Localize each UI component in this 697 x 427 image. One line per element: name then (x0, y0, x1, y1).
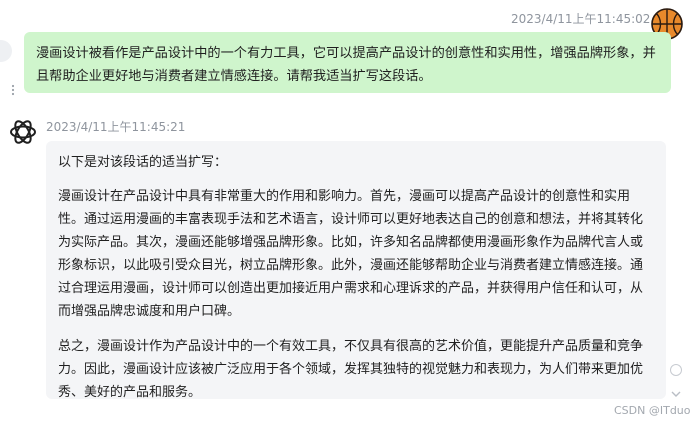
assistant-paragraph-1: 漫画设计在产品设计中具有非常重大的作用和影响力。首先，漫画可以提高产品设计的创意… (58, 189, 644, 319)
assistant-intro-text: 以下是对该段话的适当扩写： (58, 155, 228, 170)
collapse-sidebar-button[interactable] (0, 40, 12, 62)
assistant-message-bubble: 以下是对该段话的适当扩写： 漫画设计在产品设计中具有非常重大的作用和影响力。首先… (46, 141, 666, 400)
assistant-paragraph-2: 总之，漫画设计作为产品设计中的一个有效工具，不仅具有很高的艺术价值，更能提升产品… (58, 339, 644, 400)
assistant-message-timestamp: 2023/4/11上午11:45:21 (46, 120, 186, 134)
more-options-icon[interactable] (7, 81, 19, 96)
user-message-bubble: 漫画设计被看作是产品设计中的一个有力工具，它可以提高产品设计的创意性和实用性，增… (24, 32, 671, 93)
openai-logo-icon (8, 117, 38, 147)
user-message-timestamp: 2023/4/11上午11:45:02 (511, 12, 651, 26)
chevron-down-icon[interactable] (670, 384, 682, 397)
user-message-text: 漫画设计被看作是产品设计中的一个有力工具，它可以提高产品设计的创意性和实用性，增… (36, 46, 656, 84)
select-message-radio[interactable] (670, 364, 682, 376)
watermark: CSDN @ITduo (614, 404, 691, 417)
